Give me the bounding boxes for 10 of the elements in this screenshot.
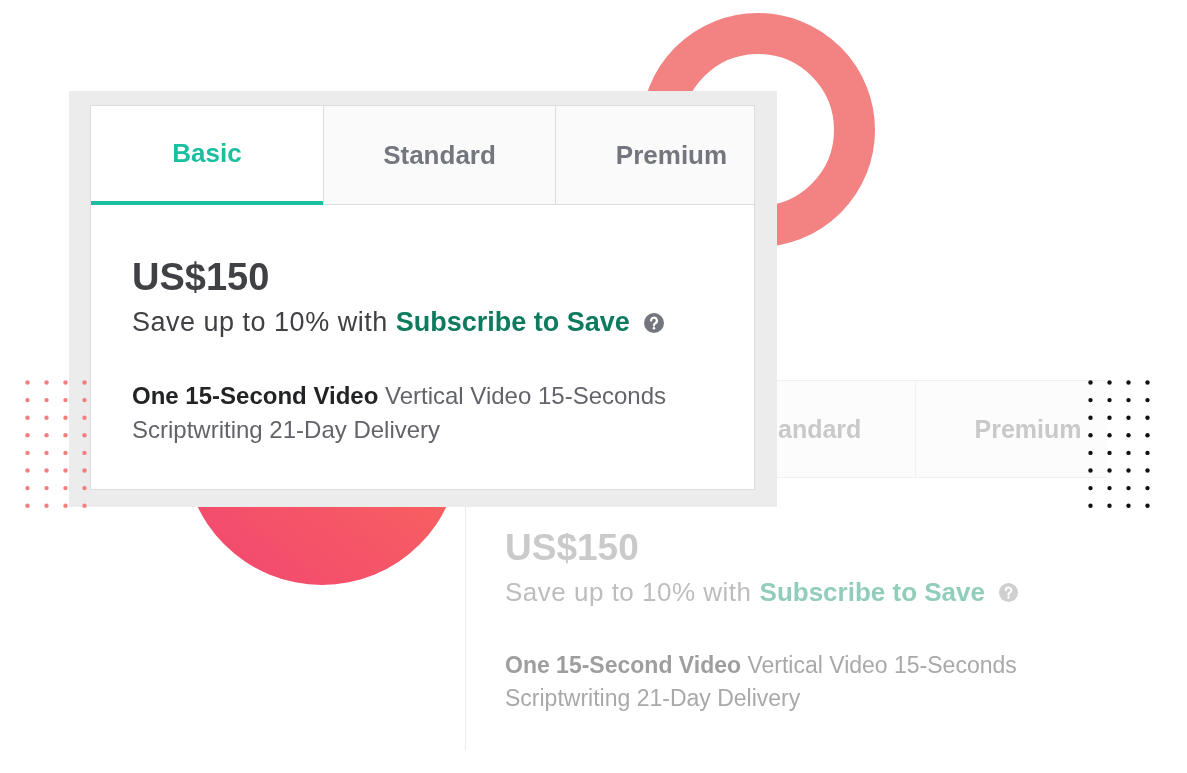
subscribe-link[interactable]: Subscribe to Save [395, 305, 630, 340]
tab[interactable]: Standard [323, 106, 555, 205]
savings-text: Save up to 10% with [505, 576, 752, 609]
features-text: One 15-Second Video Vertical Video 15-Seconds Scriptwriting 21-Day Delivery [505, 651, 1018, 713]
tab[interactable]: Premium [555, 106, 754, 205]
subscribe-link[interactable]: Subscribe to Save [759, 575, 985, 609]
help-icon[interactable] [643, 312, 664, 333]
price-text: US$150 [132, 255, 270, 300]
savings-text: Save up to 10% with [132, 306, 388, 339]
features-text: One 15-Second Video Vertical Video 15-Seconds Scriptwriting 21-Day Delivery [132, 381, 668, 445]
